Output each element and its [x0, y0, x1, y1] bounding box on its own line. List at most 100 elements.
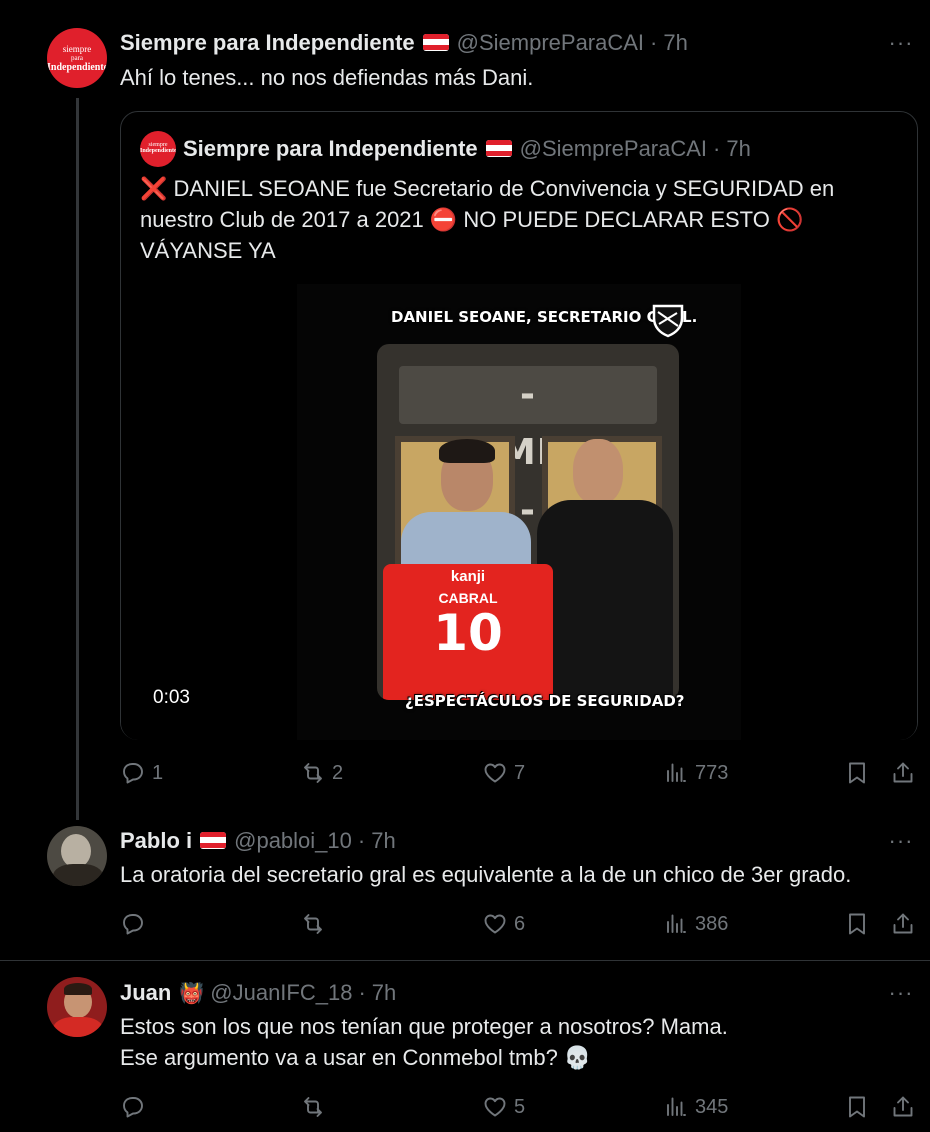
avatar[interactable]: siempre para Independiente	[47, 28, 107, 88]
tweet-pablo[interactable]: Pablo i @pabloi_10 · 7h ··· La oratoria …	[0, 810, 930, 958]
reply-icon	[123, 1097, 143, 1118]
bookmark-button[interactable]	[844, 757, 870, 789]
views-icon	[667, 914, 686, 933]
bookmark-button[interactable]	[844, 908, 870, 940]
like-count: 6	[514, 912, 526, 935]
repost-icon	[304, 914, 322, 934]
reply-icon	[123, 763, 143, 784]
bookmark-button[interactable]	[844, 1091, 870, 1123]
tweet-header: Siempre para Independiente @SiempreParaC…	[120, 28, 688, 58]
avatar-shoulders	[53, 1017, 103, 1037]
video-duration: 0:03	[153, 687, 190, 708]
video-bottom-caption: ¿ESPECTÁCULOS DE SEGURIDAD?	[405, 692, 685, 710]
like-button[interactable]: 7	[482, 757, 525, 789]
tweet-actions: 6 386	[120, 908, 916, 940]
ogre-emoji-icon: 👹	[179, 982, 205, 1005]
separator-dot: ·	[650, 30, 658, 55]
views-count: 773	[695, 761, 729, 784]
user-handle[interactable]: @SiempreParaCAI	[457, 30, 644, 56]
reply-button[interactable]	[120, 1091, 152, 1123]
tweet-header: Pablo i @pabloi_10 · 7h	[120, 826, 396, 856]
avatar-shoulders	[53, 864, 103, 886]
like-button[interactable]: 6	[482, 908, 525, 940]
video-frame: DANIEL SEOANE, SECRETARIO GRAL. - CONMEB…	[297, 284, 741, 740]
repost-count: 2	[332, 761, 344, 784]
tweet-text: La oratoria del secretario gral es equiv…	[120, 862, 852, 887]
bookmark-icon	[849, 913, 865, 935]
more-options-icon[interactable]: ···	[886, 980, 916, 1005]
separator-dot: ·	[357, 828, 366, 853]
quote-user-handle[interactable]: @SiempreParaCAI	[520, 136, 707, 162]
tweet-juan[interactable]: Juan 👹 @JuanIFC_18 · 7h ··· Estos son lo…	[0, 961, 930, 1132]
timestamp[interactable]: 7h	[663, 30, 687, 56]
views-button[interactable]: 386	[663, 908, 728, 940]
tweet-text: Estos son los que nos tenían que protege…	[120, 1011, 910, 1073]
more-options-icon[interactable]: ···	[886, 30, 916, 55]
quoted-tweet[interactable]: siempre Independiente Siempre para Indep…	[120, 111, 918, 740]
argentina-red-white-flag-icon	[422, 33, 449, 51]
avatar[interactable]	[47, 977, 107, 1037]
avatar-hair	[64, 983, 92, 995]
share-button[interactable]	[890, 908, 916, 940]
user-handle[interactable]: @JuanIFC_18	[210, 980, 352, 1006]
like-button[interactable]: 5	[482, 1091, 525, 1123]
video-thumbnail: - CONMEBOL - kanji CABRAL 10	[377, 344, 679, 700]
tweet-header: Juan 👹 @JuanIFC_18 · 7h	[120, 978, 396, 1008]
timestamp[interactable]: 7h	[372, 980, 396, 1006]
timestamp[interactable]: 7h	[371, 828, 395, 854]
jersey-number: 10	[433, 604, 503, 662]
separator-dot: ·	[358, 980, 366, 1005]
quote-avatar[interactable]: siempre Independiente	[140, 131, 176, 167]
display-name[interactable]: Siempre para Independiente	[120, 30, 415, 56]
display-name[interactable]: Juan	[120, 980, 171, 1006]
heart-icon	[484, 763, 506, 783]
share-button[interactable]	[890, 1091, 916, 1123]
repost-button[interactable]: 2	[300, 757, 343, 789]
views-count: 345	[695, 1095, 729, 1118]
bookmark-icon	[849, 1096, 865, 1118]
quote-avatar-logo: siempre Independiente	[140, 142, 176, 154]
views-icon	[667, 763, 686, 782]
repost-button[interactable]	[300, 908, 332, 940]
more-options-icon[interactable]: ···	[886, 828, 916, 853]
reply-icon	[123, 914, 143, 935]
repost-button[interactable]	[300, 1091, 332, 1123]
views-icon	[667, 1097, 686, 1116]
reply-button[interactable]	[120, 908, 152, 940]
person-right-head	[573, 439, 623, 505]
tweet-actions: 5 345	[120, 1091, 916, 1123]
independiente-crest-icon	[652, 304, 684, 338]
views-button[interactable]: 345	[663, 1091, 728, 1123]
separator-dot: ·	[713, 136, 721, 161]
user-handle[interactable]: @pabloi_10	[234, 828, 352, 854]
tweet-siempre[interactable]: siempre para Independiente Siempre para …	[0, 0, 930, 820]
quote-text: ❌ DANIEL SEOANE fue Secretario de Conviv…	[140, 173, 910, 266]
quote-display-name[interactable]: Siempre para Independiente	[183, 136, 478, 162]
video-player[interactable]: DANIEL SEOANE, SECRETARIO GRAL. - CONMEB…	[121, 284, 917, 740]
argentina-red-white-flag-icon	[485, 139, 512, 157]
jersey-sponsor: kanji	[450, 568, 486, 585]
repost-icon	[304, 1097, 322, 1117]
repost-icon	[304, 763, 322, 783]
quote-timestamp[interactable]: 7h	[726, 136, 750, 162]
heart-icon	[484, 914, 506, 934]
like-count: 5	[514, 1095, 526, 1118]
tweet-text: Ahí lo tenes... no nos defiendas más Dan…	[120, 65, 534, 90]
quote-text-line: VÁYANSE YA	[140, 238, 276, 263]
avatar[interactable]	[47, 826, 107, 886]
display-name[interactable]: Pablo i	[120, 828, 192, 854]
red-jersey: kanji CABRAL 10	[383, 564, 553, 700]
person-left-hair	[439, 439, 495, 463]
tweet-actions: 1 2 7 773	[120, 757, 916, 789]
avatar-logo: siempre para Independiente	[47, 44, 107, 73]
share-icon	[893, 913, 913, 934]
quote-header: Siempre para Independiente @SiempreParaC…	[183, 134, 751, 164]
views-button[interactable]: 773	[663, 757, 728, 789]
reply-button[interactable]: 1	[120, 757, 163, 789]
person-right-body	[537, 500, 673, 700]
share-icon	[893, 1096, 913, 1117]
conmebol-banner: - CONMEBOL -	[399, 366, 657, 531]
quote-text-line: nuestro Club de 2017 a 2021 ⛔ NO PUEDE D…	[140, 207, 804, 232]
share-button[interactable]	[890, 757, 916, 789]
heart-icon	[484, 1097, 506, 1117]
